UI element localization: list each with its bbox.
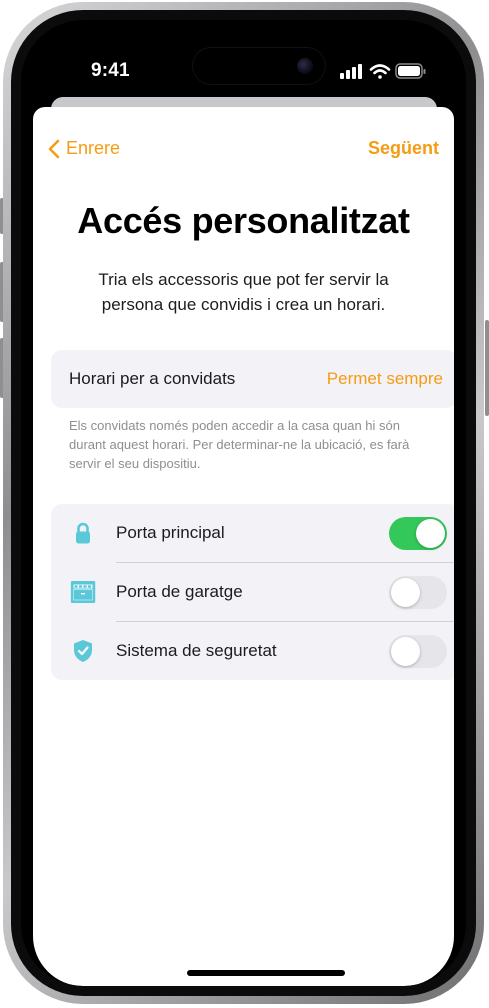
dynamic-island (193, 48, 325, 84)
accessory-row-garage-door: Porta de garatge (51, 563, 454, 621)
guest-schedule-label: Horari per a convidats (69, 369, 236, 388)
front-door-toggle[interactable] (389, 517, 447, 550)
status-time: 9:41 (91, 60, 130, 81)
chevron-left-icon (48, 139, 60, 158)
toggle-knob (391, 578, 420, 607)
toggle-knob (391, 637, 420, 666)
wifi-icon (369, 64, 391, 79)
page-subtitle: Tria els accessoris que pot fer servir l… (98, 270, 389, 314)
phone-frame: 9:41 Enrere Següent Accés personalitzat … (3, 2, 484, 1004)
guest-schedule-row[interactable]: Horari per a convidats Permet sempre (51, 350, 454, 408)
battery-icon (395, 63, 426, 79)
page-title: Accés personalitzat (77, 200, 410, 241)
device-screenshot: 9:41 Enrere Següent Accés personalitzat … (0, 0, 489, 1008)
back-button[interactable]: Enrere (48, 138, 120, 159)
accessory-label: Sistema de seguretat (116, 641, 277, 660)
security-system-toggle[interactable] (389, 635, 447, 668)
guest-schedule-value[interactable]: Permet sempre (327, 369, 443, 389)
next-button[interactable]: Següent (368, 138, 454, 159)
security-shield-icon (74, 640, 92, 662)
garage-door-icon (70, 581, 96, 603)
toggle-knob (416, 519, 445, 548)
cellular-signal-icon (340, 64, 362, 79)
garage-door-toggle[interactable] (389, 576, 447, 609)
lock-icon (76, 522, 90, 544)
phone-bezel: 9:41 Enrere Següent Accés personalitzat … (11, 10, 476, 996)
front-camera-icon (297, 58, 313, 74)
accessories-list: Porta principal Porta de garatge Sistema… (51, 504, 454, 680)
status-icons (338, 60, 428, 82)
schedule-footnote: Els convidats només poden accedir a la c… (69, 418, 410, 471)
accessory-row-security-system: Sistema de seguretat (51, 622, 454, 680)
accessory-row-front-door: Porta principal (51, 504, 454, 562)
accessory-label: Porta principal (116, 523, 225, 542)
back-button-label: Enrere (66, 138, 121, 158)
power-button (485, 320, 489, 416)
accessory-label: Porta de garatge (116, 582, 243, 601)
custom-access-sheet: Enrere Següent Accés personalitzat Tria … (33, 107, 454, 986)
phone-screen: 9:41 Enrere Següent Accés personalitzat … (21, 20, 466, 986)
home-indicator[interactable] (187, 970, 345, 976)
